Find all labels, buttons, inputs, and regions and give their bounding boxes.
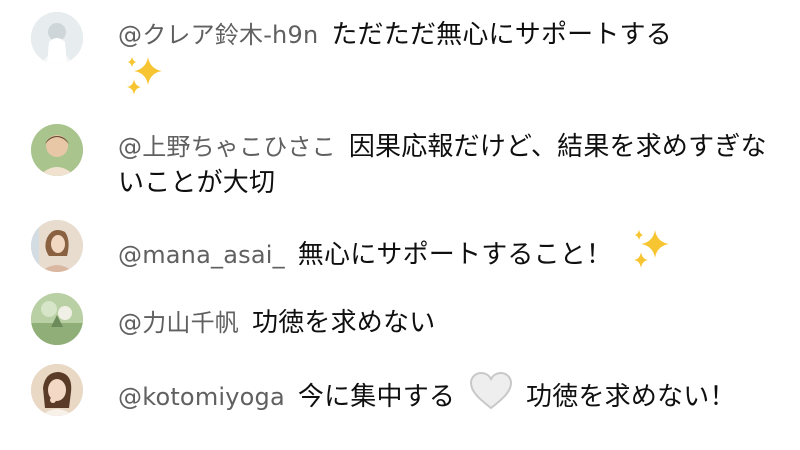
avatar-image	[31, 12, 83, 64]
avatar-image	[31, 293, 83, 345]
avatar[interactable]	[31, 364, 83, 416]
sparkles-icon	[124, 53, 168, 97]
message-text: 功徳を求めない	[252, 308, 436, 338]
avatar[interactable]	[31, 124, 83, 176]
message-author[interactable]: @kotomiyoga	[118, 383, 285, 411]
message-content: @mana_asai_ 無心にサポートすること！	[118, 226, 778, 273]
message-text: ただただ無心にサポートする	[331, 20, 672, 50]
message-content: @クレア鈴木-h9n ただただ無心にサポートする	[118, 17, 778, 100]
avatar-image	[31, 124, 83, 176]
message-author[interactable]: @クレア鈴木-h9n	[118, 21, 318, 49]
message-text: 功徳を求めない！	[526, 382, 736, 412]
avatar-image	[31, 364, 83, 416]
live-chat: @クレア鈴木-h9n ただただ無心にサポートする @上野ちゃこひさこ 因果応報だけど…	[0, 0, 800, 450]
message-author[interactable]: @mana_asai_	[118, 241, 285, 269]
message-content: @力山千帆 功徳を求めない	[118, 305, 778, 341]
avatar[interactable]	[31, 293, 83, 345]
sparkles-icon	[631, 226, 675, 270]
avatar-image	[31, 220, 83, 272]
message-author[interactable]: @力山千帆	[118, 309, 239, 337]
avatar[interactable]	[31, 12, 83, 64]
message-content: @kotomiyoga 今に集中する 功徳を求めない！	[118, 370, 778, 415]
avatar[interactable]	[31, 220, 83, 272]
message-author[interactable]: @上野ちゃこひさこ	[118, 133, 336, 161]
message-text: 無心にサポートすること！	[297, 240, 613, 270]
message-text: 今に集中する	[297, 382, 456, 412]
message-content: @上野ちゃこひさこ 因果応報だけど、結果を求めすぎないことが大切	[118, 129, 778, 201]
white-heart-icon	[468, 370, 514, 412]
